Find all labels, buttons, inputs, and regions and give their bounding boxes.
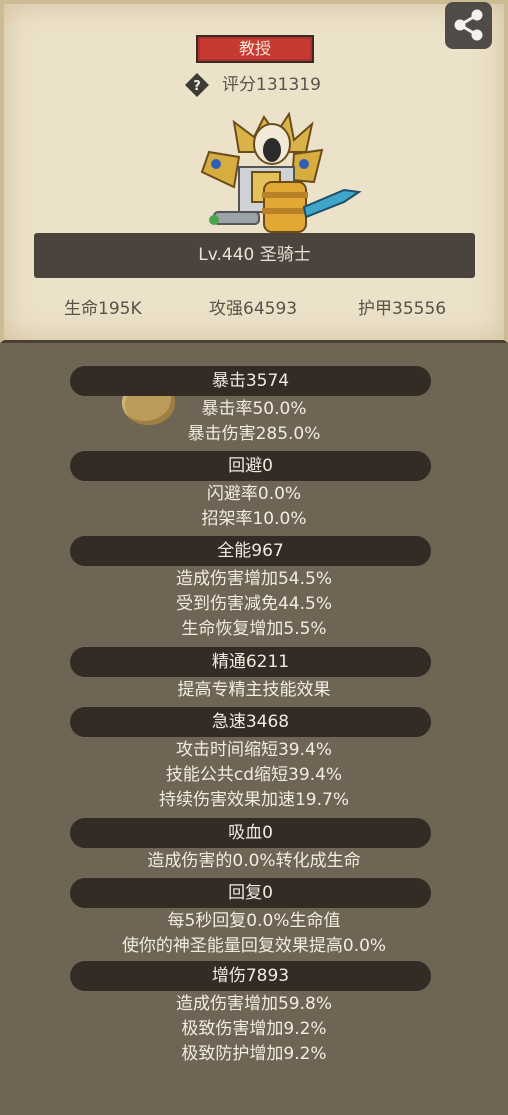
section-header-lifesteal: 吸血0 — [70, 818, 431, 848]
detail-line: 暴击率50.0% — [201, 399, 307, 419]
detail-line: 提高专精主技能效果 — [177, 680, 331, 700]
share-icon — [454, 9, 483, 41]
question-icon[interactable]: ? — [184, 72, 210, 98]
score-text: 评分131319 — [222, 75, 321, 95]
section-header-versatility: 全能967 — [70, 536, 431, 566]
detail-line: 造成伤害增加59.8% — [175, 994, 332, 1014]
section-header-mastery: 精通6211 — [70, 647, 431, 677]
paladin-avatar — [200, 112, 362, 233]
section-header-crit: 暴击3574 — [70, 366, 431, 396]
stat-hp: 生命195K — [64, 299, 142, 319]
detail-line: 持续伤害效果加速19.7% — [158, 790, 349, 810]
section-header-haste: 急速3468 — [70, 707, 431, 737]
detail-line: 招架率10.0% — [201, 509, 307, 529]
detail-line: 使你的神圣能量回复效果提高0.0% — [121, 936, 387, 956]
character-panel: 教授 ? 评分131319 Lv.440 圣骑士 生命195K 攻强64593 … — [0, 0, 508, 343]
detail-line: 暴击伤害285.0% — [187, 424, 321, 444]
character-name: Lv.440 圣骑士 — [34, 233, 475, 278]
detail-line: 技能公共cd缩短39.4% — [165, 765, 343, 785]
detail-line: 受到伤害减免44.5% — [175, 594, 332, 614]
detail-line: 造成伤害增加54.5% — [175, 569, 332, 589]
section-header-evasion: 回避0 — [70, 451, 431, 481]
stat-attack: 攻强64593 — [209, 299, 298, 319]
detail-line: 攻击时间缩短39.4% — [175, 740, 332, 760]
svg-text:?: ? — [193, 79, 201, 94]
section-header-damage-bonus: 增伤7893 — [70, 961, 431, 991]
detail-line: 造成伤害的0.0%转化成生命 — [147, 851, 361, 871]
detail-line: 闪避率0.0% — [206, 484, 302, 504]
share-button[interactable] — [445, 2, 492, 49]
detail-line: 每5秒回复0.0%生命值 — [167, 911, 341, 931]
detail-line: 极致防护增加9.2% — [181, 1044, 327, 1064]
title-badge[interactable]: 教授 — [196, 35, 314, 63]
section-header-regen: 回复0 — [70, 878, 431, 908]
detail-line: 生命恢复增加5.5% — [181, 619, 327, 639]
detail-line: 极致伤害增加9.2% — [181, 1019, 327, 1039]
stat-armor: 护甲35556 — [358, 299, 447, 319]
